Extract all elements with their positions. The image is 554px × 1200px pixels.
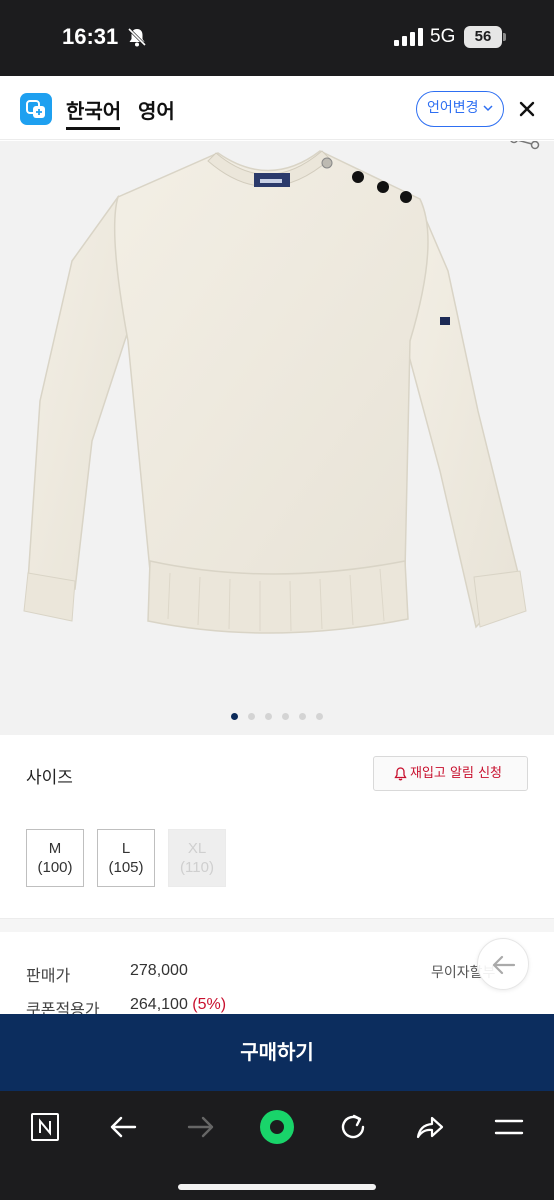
status-time: 16:31	[62, 24, 119, 49]
naver-n-icon	[31, 1113, 59, 1141]
size-value: (110)	[180, 859, 214, 876]
tab-korean[interactable]: 한국어	[66, 95, 121, 124]
floating-back-button[interactable]	[477, 938, 529, 990]
status-bar: 16:31 5G 56	[0, 0, 554, 76]
refresh-button[interactable]	[331, 1105, 375, 1149]
sweater-image	[23, 150, 527, 634]
buy-button[interactable]: 구매하기	[0, 1014, 554, 1091]
discount-rate: (5%)	[192, 996, 227, 1013]
carousel-dot[interactable]	[265, 713, 272, 720]
change-language-button[interactable]: 언어변경	[416, 91, 504, 127]
size-name: M	[48, 840, 62, 857]
restock-alert-label: 재입고 알림 신청	[410, 766, 502, 781]
close-icon[interactable]	[516, 98, 538, 120]
translate-logo-icon	[20, 93, 52, 125]
carousel-dot[interactable]	[299, 713, 306, 720]
carousel-dot[interactable]	[282, 713, 289, 720]
naver-n-button[interactable]	[23, 1105, 67, 1149]
green-home-icon	[260, 1110, 294, 1144]
carousel-dots	[0, 705, 554, 724]
active-tab-underline	[66, 127, 120, 130]
size-option-xl: XL (110)	[168, 829, 226, 887]
refresh-icon	[341, 1114, 365, 1139]
back-button[interactable]	[101, 1105, 145, 1149]
chevron-down-icon	[483, 105, 493, 112]
home-indicator	[178, 1184, 376, 1190]
size-name: XL	[187, 840, 207, 857]
network-label: 5G	[430, 26, 456, 47]
battery-tip	[503, 33, 506, 41]
translate-bar: 한국어 영어 언어변경	[0, 76, 554, 140]
sale-price-label: 판매가	[26, 966, 71, 985]
menu-button[interactable]	[487, 1105, 531, 1149]
coupon-price-group: 264,100 (5%)	[130, 996, 226, 1014]
section-divider	[0, 918, 554, 932]
bell-slash-icon	[127, 27, 147, 47]
carousel-dot[interactable]	[316, 713, 323, 720]
product-image-carousel[interactable]	[0, 141, 554, 735]
size-value: (105)	[108, 859, 144, 876]
carousel-dot[interactable]	[231, 713, 238, 720]
menu-icon	[494, 1119, 524, 1135]
size-option-l[interactable]: L (105)	[97, 829, 155, 887]
carousel-dot[interactable]	[248, 713, 255, 720]
share-button[interactable]	[408, 1105, 452, 1149]
battery-icon: 56	[464, 26, 502, 48]
back-arrow-icon	[492, 955, 516, 975]
home-button[interactable]	[255, 1105, 299, 1149]
bell-icon	[394, 767, 407, 781]
size-value: (100)	[37, 859, 73, 876]
back-arrow-icon	[110, 1116, 137, 1138]
forward-arrow-icon	[187, 1116, 214, 1138]
size-label: 사이즈	[26, 768, 73, 788]
change-language-label: 언어변경	[427, 100, 479, 116]
forward-button	[179, 1105, 223, 1149]
tab-english[interactable]: 영어	[138, 95, 175, 124]
restock-alert-button[interactable]: 재입고 알림 신청	[373, 756, 528, 791]
share-arrow-icon	[416, 1116, 444, 1139]
coupon-price: 264,100	[130, 996, 188, 1013]
size-option-m[interactable]: M (100)	[26, 829, 84, 887]
size-name: L	[121, 840, 131, 857]
sale-price: 278,000	[130, 962, 188, 979]
signal-icon	[394, 28, 423, 46]
